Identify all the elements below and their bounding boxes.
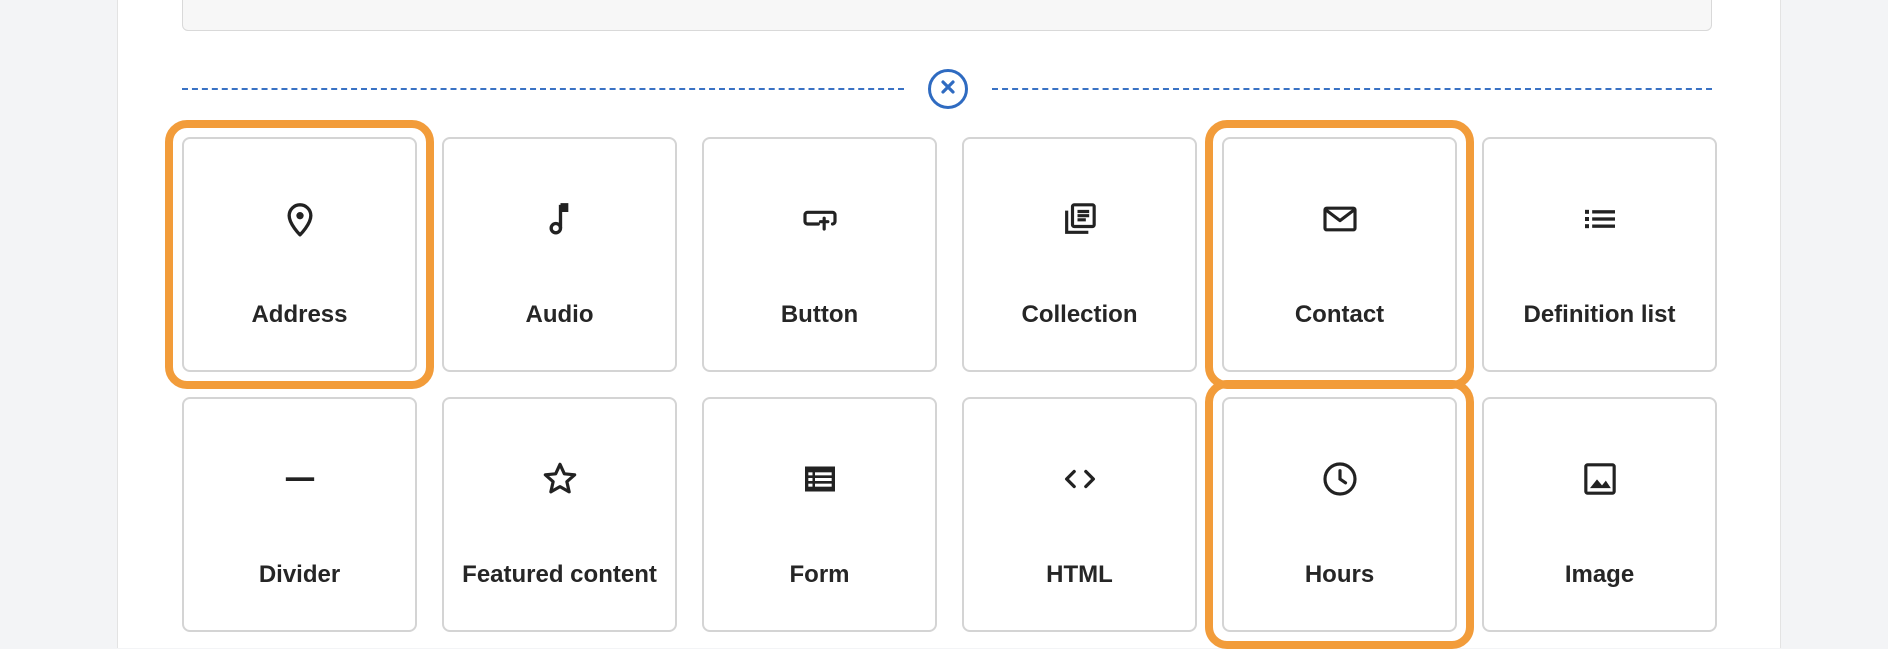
block-card-image[interactable]: Image xyxy=(1482,397,1717,632)
collection-icon xyxy=(964,199,1195,239)
list-icon xyxy=(1484,199,1715,239)
previous-section-block xyxy=(182,0,1712,31)
code-icon xyxy=(964,459,1195,499)
image-icon xyxy=(1484,459,1715,499)
insert-divider-left xyxy=(182,88,904,90)
star-icon xyxy=(444,459,675,499)
button-cursor-icon xyxy=(704,199,935,239)
block-card-label: Divider xyxy=(258,561,341,588)
block-card-html[interactable]: HTML xyxy=(962,397,1197,632)
block-type-grid: Address Audio Button Collection Contact … xyxy=(165,120,1717,649)
block-card-label: HTML xyxy=(1046,561,1113,588)
block-card-collection[interactable]: Collection xyxy=(962,137,1197,372)
block-card-definition-list[interactable]: Definition list xyxy=(1482,137,1717,372)
block-card-label: Image xyxy=(1564,561,1635,588)
clock-icon xyxy=(1224,459,1455,499)
block-card-label: Contact xyxy=(1294,301,1385,328)
envelope-icon xyxy=(1224,199,1455,239)
block-card-label: Button xyxy=(780,301,859,328)
block-card-contact[interactable]: Contact xyxy=(1205,120,1474,389)
form-table-icon xyxy=(704,459,935,499)
block-card-button[interactable]: Button xyxy=(702,137,937,372)
block-card-label: Definition list xyxy=(1523,301,1676,328)
circle-x-icon xyxy=(937,76,959,103)
block-card-label: Collection xyxy=(1021,301,1138,328)
close-insert-button[interactable] xyxy=(928,69,968,109)
block-card-form[interactable]: Form xyxy=(702,397,937,632)
block-card-label: Form xyxy=(789,561,850,588)
block-card-divider[interactable]: Divider xyxy=(182,397,417,632)
block-card-label: Address xyxy=(251,301,348,328)
block-card-label: Featured content xyxy=(462,561,657,588)
horizontal-rule-icon xyxy=(184,459,415,499)
music-note-icon xyxy=(444,199,675,239)
insert-divider-right xyxy=(992,88,1712,90)
block-card-hours[interactable]: Hours xyxy=(1205,380,1474,649)
map-pin-icon xyxy=(184,199,415,239)
block-card-label: Audio xyxy=(525,301,594,328)
block-card-audio[interactable]: Audio xyxy=(442,137,677,372)
block-card-label: Hours xyxy=(1304,561,1375,588)
block-card-address[interactable]: Address xyxy=(165,120,434,389)
block-card-featured-content[interactable]: Featured content xyxy=(442,397,677,632)
